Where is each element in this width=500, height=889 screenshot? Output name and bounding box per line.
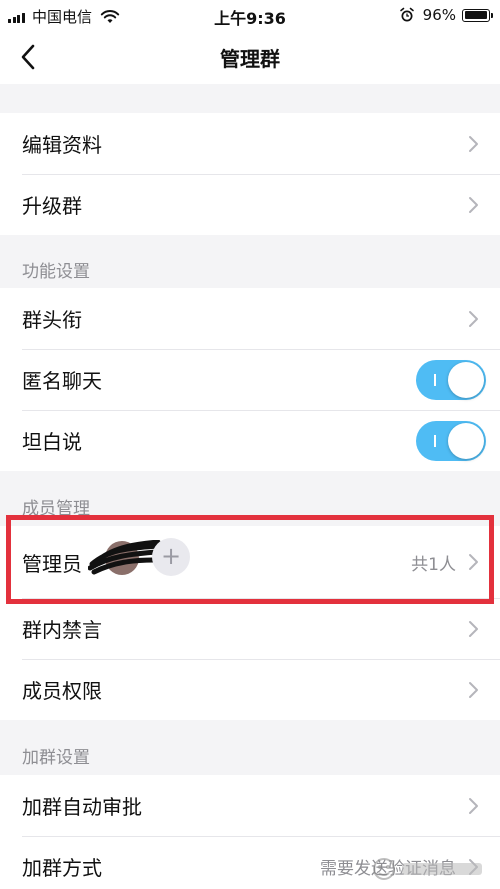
row-mute-members[interactable]: 群内禁言 bbox=[0, 598, 500, 659]
watermark-logo bbox=[373, 858, 482, 880]
confession-toggle[interactable] bbox=[416, 420, 486, 461]
chevron-right-icon bbox=[469, 620, 478, 637]
section-header-function: 功能设置 bbox=[22, 262, 90, 282]
row-label: 群头衔 bbox=[22, 308, 82, 332]
row-label: 编辑资料 bbox=[22, 133, 102, 157]
section-basic: 编辑资料 升级群 bbox=[0, 113, 500, 235]
row-group-title[interactable]: 群头衔 bbox=[0, 288, 500, 349]
battery-icon bbox=[462, 8, 493, 22]
page-title: 管理群 bbox=[220, 47, 280, 71]
battery-percent: 96% bbox=[422, 6, 456, 24]
alarm-icon bbox=[399, 7, 414, 22]
toggle-on-mark bbox=[434, 373, 436, 386]
row-member-permissions[interactable]: 成员权限 bbox=[0, 659, 500, 720]
chevron-right-icon bbox=[469, 797, 478, 814]
section-header-join: 加群设置 bbox=[22, 748, 90, 768]
row-label: 成员权限 bbox=[22, 679, 102, 703]
row-label: 加群自动审批 bbox=[22, 795, 142, 819]
battery-fill bbox=[464, 11, 487, 19]
row-label: 升级群 bbox=[22, 194, 82, 218]
chevron-right-icon bbox=[469, 196, 478, 213]
section-function: 群头衔 匿名聊天 坦白说 bbox=[0, 288, 500, 471]
row-label: 群内禁言 bbox=[22, 618, 102, 642]
status-right: 96% bbox=[399, 6, 493, 24]
toggle-knob bbox=[448, 422, 484, 459]
toggle-knob bbox=[448, 361, 484, 398]
row-label: 坦白说 bbox=[22, 430, 82, 454]
anonymous-chat-toggle[interactable] bbox=[416, 359, 486, 400]
chevron-right-icon bbox=[469, 135, 478, 152]
row-confession: 坦白说 bbox=[0, 410, 500, 471]
chevron-right-icon bbox=[469, 310, 478, 327]
row-label: 加群方式 bbox=[22, 856, 102, 880]
row-auto-approve[interactable]: 加群自动审批 bbox=[0, 775, 500, 836]
row-anonymous-chat: 匿名聊天 bbox=[0, 349, 500, 410]
highlight-box bbox=[6, 515, 494, 604]
status-bar: 中国电信 上午9:36 96% bbox=[0, 0, 500, 30]
row-edit-profile[interactable]: 编辑资料 bbox=[0, 113, 500, 174]
row-label: 匿名聊天 bbox=[22, 369, 102, 393]
chevron-right-icon bbox=[469, 681, 478, 698]
nav-bar: 管理群 bbox=[0, 30, 500, 84]
row-upgrade-group[interactable]: 升级群 bbox=[0, 174, 500, 235]
toggle-on-mark bbox=[434, 434, 436, 447]
